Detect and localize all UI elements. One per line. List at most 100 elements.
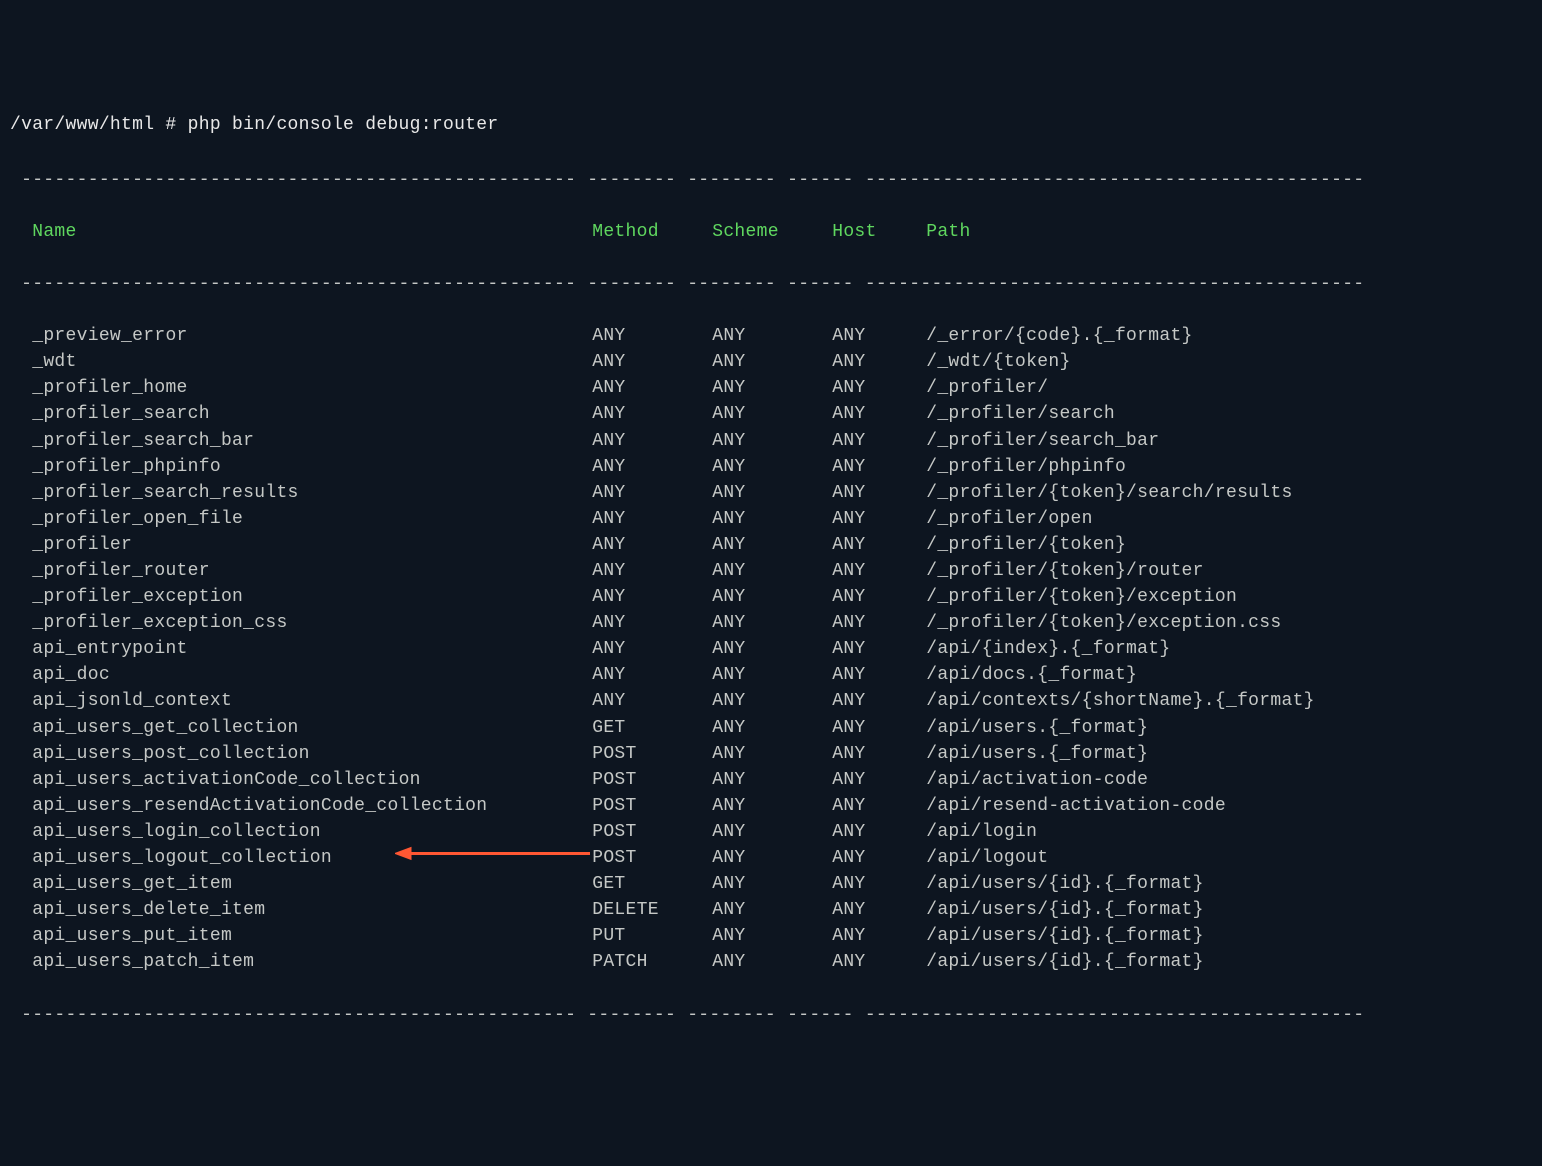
route-path: /api/users.{_format} <box>926 741 1148 767</box>
route-method: ANY <box>592 375 712 401</box>
route-host: ANY <box>832 401 926 427</box>
route-scheme: ANY <box>712 741 832 767</box>
route-scheme: ANY <box>712 897 832 923</box>
route-name: api_jsonld_context <box>32 688 592 714</box>
route-method: POST <box>592 793 712 819</box>
route-scheme: ANY <box>712 375 832 401</box>
route-method: ANY <box>592 428 712 454</box>
table-row: api_users_resendActivationCode_collectio… <box>10 793 1532 819</box>
route-scheme: ANY <box>712 584 832 610</box>
route-host: ANY <box>832 610 926 636</box>
route-host: ANY <box>832 819 926 845</box>
route-name: _profiler_home <box>32 375 592 401</box>
route-method: PUT <box>592 923 712 949</box>
route-name: api_users_login_collection <box>32 819 592 845</box>
table-row: _profiler_homeANYANYANY/_profiler/ <box>10 375 1532 401</box>
route-path: /api/activation-code <box>926 767 1148 793</box>
route-method: POST <box>592 767 712 793</box>
route-scheme: ANY <box>712 688 832 714</box>
route-path: /api/users.{_format} <box>926 715 1148 741</box>
route-method: ANY <box>592 454 712 480</box>
route-method: ANY <box>592 506 712 532</box>
route-name: _profiler_search_bar <box>32 428 592 454</box>
table-row: api_users_put_itemPUTANYANY/api/users/{i… <box>10 923 1532 949</box>
route-method: POST <box>592 741 712 767</box>
route-path: /_wdt/{token} <box>926 349 1070 375</box>
route-method: ANY <box>592 688 712 714</box>
route-path: /_profiler/{token}/exception.css <box>926 610 1281 636</box>
divider-mid: ----------------------------------------… <box>10 271 1532 297</box>
route-path: /api/users/{id}.{_format} <box>926 923 1204 949</box>
route-scheme: ANY <box>712 715 832 741</box>
route-method: ANY <box>592 558 712 584</box>
route-scheme: ANY <box>712 401 832 427</box>
terminal-prompt: /var/www/html # php bin/console debug:ro… <box>10 112 1532 138</box>
route-path: /api/users/{id}.{_format} <box>926 897 1204 923</box>
route-method: ANY <box>592 349 712 375</box>
table-row: api_docANYANYANY/api/docs.{_format} <box>10 662 1532 688</box>
route-scheme: ANY <box>712 532 832 558</box>
route-path: /_profiler/{token}/router <box>926 558 1204 584</box>
route-scheme: ANY <box>712 662 832 688</box>
route-path: /_error/{code}.{_format} <box>926 323 1192 349</box>
route-name: api_users_get_collection <box>32 715 592 741</box>
route-scheme: ANY <box>712 949 832 975</box>
route-name: _profiler_exception <box>32 584 592 610</box>
route-scheme: ANY <box>712 819 832 845</box>
route-path: /api/users/{id}.{_format} <box>926 871 1204 897</box>
route-path: /api/resend-activation-code <box>926 793 1226 819</box>
route-host: ANY <box>832 741 926 767</box>
route-path: /api/{index}.{_format} <box>926 636 1170 662</box>
route-scheme: ANY <box>712 610 832 636</box>
route-name: api_entrypoint <box>32 636 592 662</box>
route-path: /api/docs.{_format} <box>926 662 1137 688</box>
route-name: _profiler_phpinfo <box>32 454 592 480</box>
route-method: POST <box>592 819 712 845</box>
route-scheme: ANY <box>712 454 832 480</box>
route-host: ANY <box>832 532 926 558</box>
route-host: ANY <box>832 715 926 741</box>
route-method: ANY <box>592 480 712 506</box>
table-row: api_users_get_itemGETANYANY/api/users/{i… <box>10 871 1532 897</box>
route-path: /_profiler/phpinfo <box>926 454 1126 480</box>
table-row: api_entrypointANYANYANY/api/{index}.{_fo… <box>10 636 1532 662</box>
table-row: _wdtANYANYANY/_wdt/{token} <box>10 349 1532 375</box>
route-scheme: ANY <box>712 845 832 871</box>
table-row: api_users_get_collectionGETANYANY/api/us… <box>10 715 1532 741</box>
route-host: ANY <box>832 793 926 819</box>
route-host: ANY <box>832 871 926 897</box>
route-scheme: ANY <box>712 793 832 819</box>
route-scheme: ANY <box>712 923 832 949</box>
routes-table: _preview_errorANYANYANY/_error/{code}.{_… <box>10 323 1532 975</box>
route-method: ANY <box>592 323 712 349</box>
route-name: _profiler_search <box>32 401 592 427</box>
route-path: /api/logout <box>926 845 1048 871</box>
divider-top: ----------------------------------------… <box>10 167 1532 193</box>
route-name: _wdt <box>32 349 592 375</box>
highlight-arrow-icon <box>395 845 590 872</box>
table-row: _profilerANYANYANY/_profiler/{token} <box>10 532 1532 558</box>
route-host: ANY <box>832 428 926 454</box>
route-host: ANY <box>832 480 926 506</box>
route-host: ANY <box>832 949 926 975</box>
route-name: _profiler <box>32 532 592 558</box>
route-scheme: ANY <box>712 349 832 375</box>
route-path: /api/contexts/{shortName}.{_format} <box>926 688 1315 714</box>
route-path: /_profiler/ <box>926 375 1048 401</box>
route-host: ANY <box>832 662 926 688</box>
route-scheme: ANY <box>712 767 832 793</box>
table-row: _preview_errorANYANYANY/_error/{code}.{_… <box>10 323 1532 349</box>
table-row: api_users_post_collectionPOSTANYANY/api/… <box>10 741 1532 767</box>
route-method: GET <box>592 715 712 741</box>
route-method: PATCH <box>592 949 712 975</box>
table-row: _profiler_phpinfoANYANYANY/_profiler/php… <box>10 454 1532 480</box>
route-host: ANY <box>832 636 926 662</box>
route-method: ANY <box>592 532 712 558</box>
route-host: ANY <box>832 558 926 584</box>
route-path: /_profiler/{token}/exception <box>926 584 1237 610</box>
route-host: ANY <box>832 584 926 610</box>
table-row: api_jsonld_contextANYANYANY/api/contexts… <box>10 688 1532 714</box>
table-row: _profiler_routerANYANYANY/_profiler/{tok… <box>10 558 1532 584</box>
table-row: api_users_activationCode_collectionPOSTA… <box>10 767 1532 793</box>
route-name: api_users_get_item <box>32 871 592 897</box>
